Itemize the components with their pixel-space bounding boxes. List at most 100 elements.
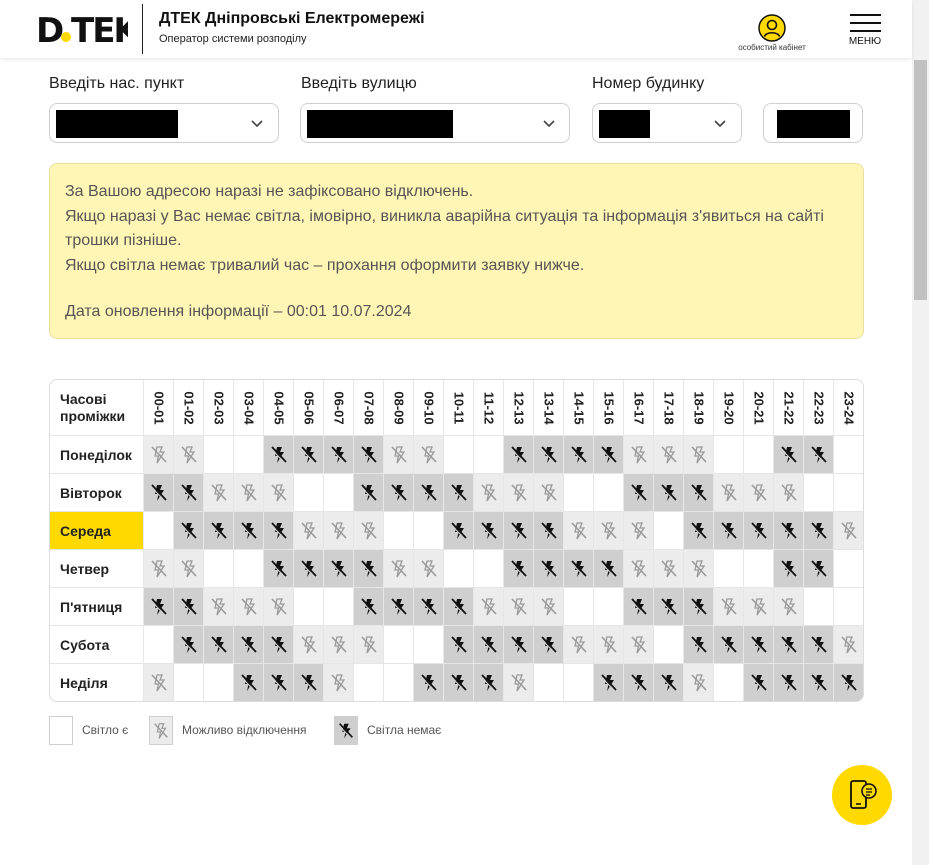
- slot-off: [264, 436, 294, 473]
- slot-maybe: [414, 550, 444, 587]
- power-off-icon: [269, 635, 287, 654]
- hour-header: 12-13: [504, 380, 534, 435]
- power-off-icon: [629, 483, 647, 502]
- power-off-icon: [179, 597, 197, 616]
- power-maybe-icon: [480, 483, 497, 502]
- slot-on: [564, 474, 594, 511]
- hour-label: 03-04: [241, 390, 256, 425]
- street-select[interactable]: [300, 103, 570, 143]
- slot-off: [174, 626, 204, 663]
- slot-off: [684, 626, 714, 663]
- slot-off: [654, 588, 684, 625]
- power-maybe-icon: [780, 483, 797, 502]
- power-maybe-icon: [150, 559, 167, 578]
- slot-off: [714, 512, 744, 549]
- slot-on: [204, 550, 234, 587]
- slot-off: [654, 474, 684, 511]
- slot-maybe: [624, 550, 654, 587]
- slot-off: [474, 626, 504, 663]
- dtek-logo[interactable]: D TEK: [36, 12, 128, 46]
- slot-maybe: [504, 664, 534, 701]
- slot-off: [534, 512, 564, 549]
- site-header: D TEK ДТЕК Дніпровські Електромережі Опе…: [0, 0, 912, 58]
- power-off-icon: [299, 559, 317, 578]
- extra-field[interactable]: [763, 103, 863, 143]
- day-row: Понеділок: [50, 435, 863, 473]
- svg-text:D: D: [36, 12, 63, 46]
- slot-maybe: [534, 474, 564, 511]
- hour-label: 02-03: [211, 390, 226, 425]
- brand-subtitle: Оператор системи розподілу: [159, 33, 307, 45]
- power-off-icon: [779, 559, 797, 578]
- legend-maybe-swatch: [149, 716, 173, 745]
- power-maybe-icon: [630, 559, 647, 578]
- day-name: П'ятниця: [50, 588, 144, 625]
- slot-off: [204, 512, 234, 549]
- power-off-icon: [689, 635, 707, 654]
- slot-off: [324, 436, 354, 473]
- power-maybe-icon: [510, 483, 527, 502]
- power-maybe-icon: [600, 635, 617, 654]
- slot-off: [534, 436, 564, 473]
- slot-off: [684, 512, 714, 549]
- chevron-down-icon: [251, 120, 263, 128]
- slot-maybe: [324, 664, 354, 701]
- table-header-row: Часові проміжки 00-01 01-02 02-03 03-04 04-0…: [50, 380, 863, 435]
- menu-button[interactable]: МЕНЮ: [845, 14, 885, 47]
- slot-maybe: [684, 436, 714, 473]
- slot-off: [414, 474, 444, 511]
- power-off-icon: [509, 445, 527, 464]
- power-off-icon: [479, 521, 497, 540]
- scrollbar-thumb[interactable]: [914, 60, 927, 300]
- power-off-icon: [719, 635, 737, 654]
- power-maybe-icon: [510, 673, 527, 692]
- power-maybe-icon: [690, 673, 707, 692]
- slot-maybe: [384, 436, 414, 473]
- house-select[interactable]: [592, 103, 742, 143]
- outage-notice: За Вашою адресою наразі не зафіксовано в…: [49, 163, 864, 339]
- hour-label: 16-17: [631, 390, 646, 425]
- slot-off: [804, 626, 834, 663]
- slot-off: [534, 550, 564, 587]
- power-off-icon: [239, 521, 257, 540]
- slot-maybe: [324, 512, 354, 549]
- day-name: Четвер: [50, 550, 144, 587]
- slot-off: [714, 626, 744, 663]
- slot-off: [354, 436, 384, 473]
- city-select[interactable]: [49, 103, 279, 143]
- slot-maybe: [294, 626, 324, 663]
- power-off-icon: [659, 673, 677, 692]
- power-maybe-icon: [210, 597, 227, 616]
- hour-label: 23-24: [841, 390, 857, 425]
- slot-on: [174, 664, 204, 701]
- slot-off: [264, 626, 294, 663]
- power-maybe-icon: [270, 597, 287, 616]
- power-off-icon: [449, 673, 467, 692]
- slot-on: [804, 588, 834, 625]
- slot-off: [324, 550, 354, 587]
- slot-off: [684, 474, 714, 511]
- slot-off: [234, 512, 264, 549]
- slot-on: [414, 626, 444, 663]
- slot-off: [594, 550, 624, 587]
- power-maybe-icon: [841, 635, 857, 654]
- page-scrollbar[interactable]: [912, 0, 929, 865]
- slot-maybe: [354, 626, 384, 663]
- slot-off: [444, 626, 474, 663]
- chat-support-button[interactable]: [832, 765, 892, 825]
- day-row: Вівторок: [50, 473, 863, 511]
- power-off-icon: [149, 483, 167, 502]
- power-maybe-icon: [690, 559, 707, 578]
- power-off-icon: [809, 445, 827, 464]
- hour-label: 22-23: [811, 390, 826, 425]
- personal-cabinet-link[interactable]: особистий кабінет: [728, 14, 816, 52]
- slot-off: [144, 474, 174, 511]
- slot-on: [204, 436, 234, 473]
- day-name-current: Середа: [50, 512, 144, 549]
- hour-label: 12-13: [511, 390, 526, 425]
- power-maybe-icon: [630, 521, 647, 540]
- power-off-icon: [479, 673, 497, 692]
- power-maybe-icon: [570, 521, 587, 540]
- slot-maybe: [654, 550, 684, 587]
- power-maybe-icon: [150, 445, 167, 464]
